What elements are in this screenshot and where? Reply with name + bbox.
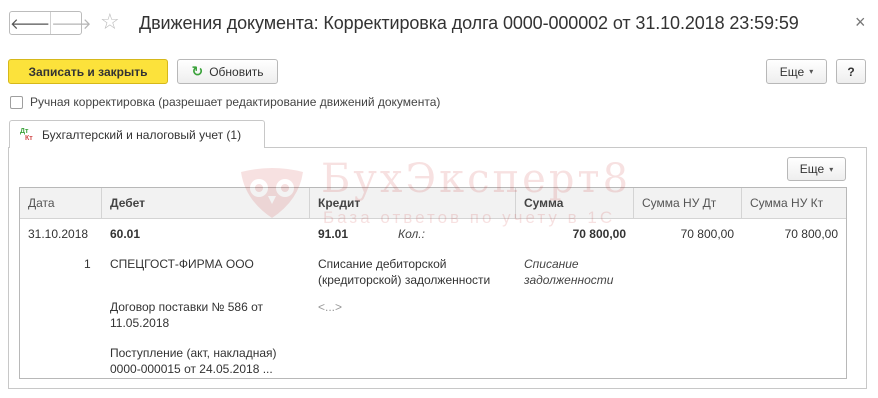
credit-quantity-label: Кол.: bbox=[398, 227, 425, 241]
panel-more-button[interactable]: Еще ▾ bbox=[787, 157, 846, 181]
save-and-close-button[interactable]: Записать и закрыть bbox=[8, 59, 168, 84]
amount-value: 70 800,00 bbox=[572, 227, 626, 241]
manual-edit-label[interactable]: Ручная корректировка (разрешает редактир… bbox=[30, 95, 440, 109]
column-header-amount-nu-kt[interactable]: Сумма НУ Кт bbox=[742, 188, 846, 219]
more-label: Еще bbox=[779, 64, 805, 79]
favorite-star-icon[interactable]: ☆ bbox=[100, 9, 120, 35]
debit-subconto-2-line1: Договор поставки № 586 от bbox=[110, 300, 263, 314]
tab-label: Бухгалтерский и налоговый учет (1) bbox=[42, 127, 242, 142]
content-line1: Списание bbox=[524, 257, 579, 271]
save-and-close-label: Записать и закрыть bbox=[28, 64, 148, 79]
debit-credit-icon: Дт Кт bbox=[20, 128, 36, 142]
credit-subconto-1-line1: Списание дебиторской bbox=[318, 257, 447, 271]
debit-subconto-3-line1: Поступление (акт, накладная) bbox=[110, 346, 277, 360]
column-header-date[interactable]: Дата bbox=[20, 188, 102, 219]
debit-icon-text: Дт bbox=[20, 127, 29, 135]
row-number: 1 bbox=[84, 257, 91, 271]
forward-arrow-icon[interactable]: 🡒 bbox=[50, 12, 91, 34]
column-header-credit[interactable]: Кредит bbox=[310, 188, 516, 219]
credit-subconto-2: <...> bbox=[318, 300, 343, 314]
manual-edit-checkbox[interactable] bbox=[10, 95, 23, 109]
navigation-buttons: 🡐 🡒 bbox=[9, 11, 91, 35]
manual-edit-row: Ручная корректировка (разрешает редактир… bbox=[10, 95, 440, 109]
refresh-icon: ↻ bbox=[191, 63, 204, 79]
refresh-label: Обновить bbox=[209, 64, 264, 79]
help-button[interactable]: ? bbox=[836, 59, 866, 84]
debit-subconto-1: СПЕЦГОСТ-ФИРМА ООО bbox=[110, 257, 254, 271]
credit-icon-text: Кт bbox=[25, 134, 33, 142]
back-arrow-icon[interactable]: 🡐 bbox=[10, 12, 50, 34]
debit-account: 60.01 bbox=[110, 227, 141, 241]
postings-table[interactable]: Дата Дебет Кредит Сумма Сумма НУ Дт Сумм… bbox=[19, 187, 847, 379]
refresh-button[interactable]: ↻ Обновить bbox=[177, 59, 278, 84]
close-icon[interactable]: × bbox=[855, 12, 866, 32]
debit-subconto-3-line2: 0000-000015 от 24.05.2018 ... bbox=[110, 362, 273, 376]
help-label: ? bbox=[847, 64, 855, 79]
credit-account: 91.01 bbox=[318, 227, 349, 241]
column-header-debit[interactable]: Дебет bbox=[102, 188, 310, 219]
debit-subconto-2-line2: 11.05.2018 bbox=[110, 316, 170, 330]
window-title: Движения документа: Корректировка долга … bbox=[139, 13, 799, 33]
column-header-amount[interactable]: Сумма bbox=[516, 188, 634, 219]
amount-nu-dt-value: 70 800,00 bbox=[680, 227, 734, 241]
tab-accounting-tax[interactable]: Дт Кт Бухгалтерский и налоговый учет (1) bbox=[9, 120, 265, 148]
chevron-down-icon: ▾ bbox=[829, 164, 834, 174]
amount-nu-kt-value: 70 800,00 bbox=[784, 227, 838, 241]
table-header: Дата Дебет Кредит Сумма Сумма НУ Дт Сумм… bbox=[20, 188, 846, 219]
column-header-amount-nu-dt[interactable]: Сумма НУ Дт bbox=[634, 188, 742, 219]
more-menu-button[interactable]: Еще ▾ bbox=[766, 59, 827, 84]
chevron-down-icon: ▾ bbox=[809, 67, 814, 76]
tab-panel: Еще ▾ Дата Дебет Кредит Сумма Сумма НУ Д… bbox=[8, 147, 867, 389]
credit-subconto-1-line2: (кредиторской) задолженности bbox=[318, 273, 491, 287]
row-date: 31.10.2018 bbox=[28, 227, 89, 241]
panel-more-label: Еще bbox=[799, 162, 825, 176]
content-line2: задолженности bbox=[524, 273, 614, 287]
